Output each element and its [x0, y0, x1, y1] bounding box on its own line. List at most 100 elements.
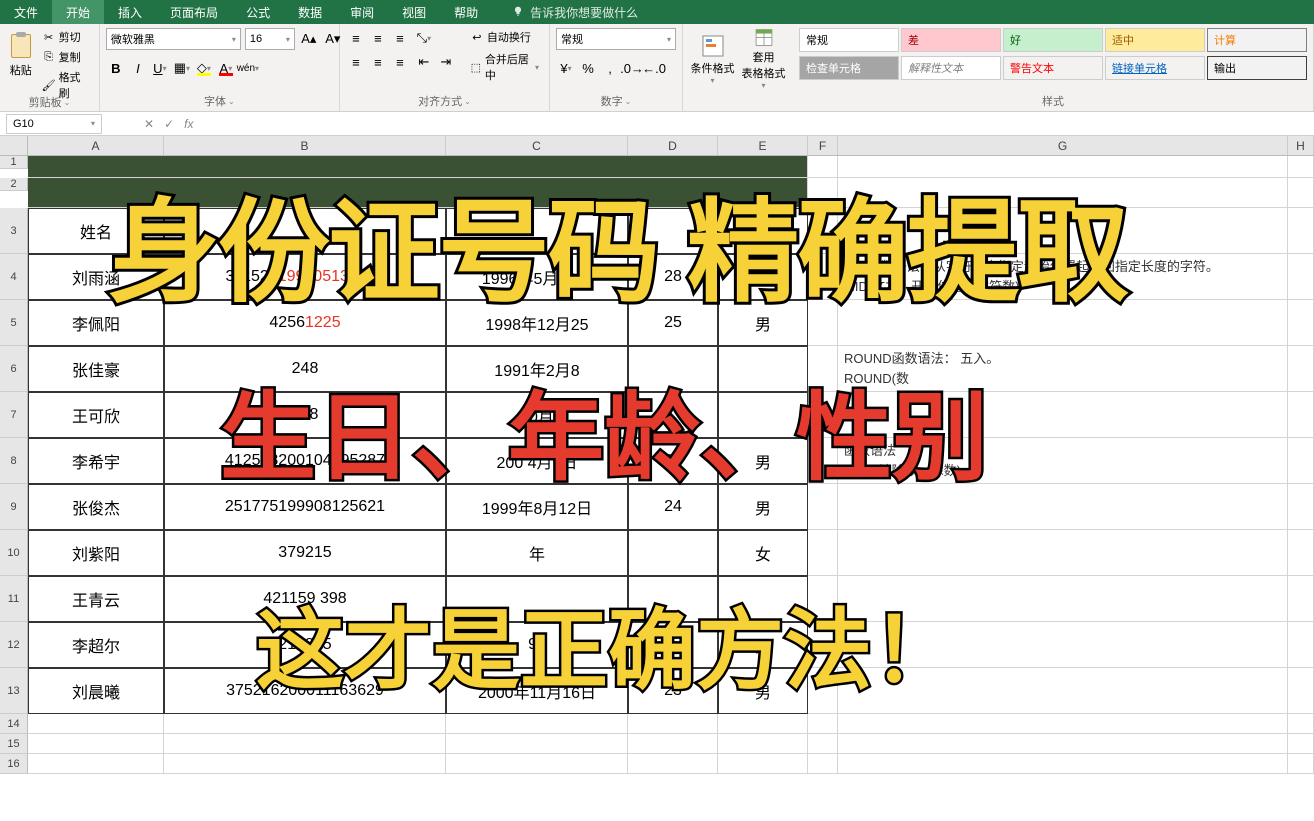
- cell[interactable]: [838, 714, 1288, 734]
- font-name-combo[interactable]: 微软雅黑▾: [106, 28, 241, 50]
- cell[interactable]: 1999年8月12日: [446, 484, 628, 530]
- col-header-H[interactable]: H: [1288, 136, 1314, 155]
- cell[interactable]: [808, 714, 838, 734]
- cell[interactable]: 1998年12月25: [446, 300, 628, 346]
- cell[interactable]: [838, 754, 1288, 774]
- cell[interactable]: [1288, 576, 1314, 622]
- row-header[interactable]: 12: [0, 622, 28, 668]
- align-bottom-button[interactable]: ≡: [390, 28, 410, 48]
- cell[interactable]: [28, 178, 808, 208]
- font-size-combo[interactable]: 16▾: [245, 28, 295, 50]
- row-header[interactable]: 14: [0, 714, 28, 734]
- menu-file[interactable]: 文件: [0, 0, 52, 24]
- align-center-button[interactable]: ≡: [368, 52, 388, 72]
- cell[interactable]: 311524199605134546: [164, 254, 446, 300]
- font-color-button[interactable]: A▾: [216, 58, 236, 78]
- copy-button[interactable]: ⎘复制: [40, 48, 93, 66]
- style-bad[interactable]: 差: [901, 28, 1001, 52]
- cell[interactable]: [838, 392, 1288, 438]
- cell[interactable]: [446, 208, 628, 254]
- col-header-A[interactable]: A: [28, 136, 164, 155]
- style-warn[interactable]: 警告文本: [1003, 56, 1103, 80]
- cell[interactable]: [808, 576, 838, 622]
- style-good[interactable]: 好: [1003, 28, 1103, 52]
- cell[interactable]: [718, 754, 808, 774]
- cell[interactable]: [628, 576, 718, 622]
- style-neutral[interactable]: 适中: [1105, 28, 1205, 52]
- cell[interactable]: [1288, 714, 1314, 734]
- orientation-button[interactable]: ⤡▾: [414, 28, 434, 48]
- cell[interactable]: [838, 622, 1288, 668]
- cell[interactable]: 10月: [446, 392, 628, 438]
- cell[interactable]: [808, 668, 838, 714]
- cell[interactable]: 张俊杰: [28, 484, 164, 530]
- cell[interactable]: [808, 300, 838, 346]
- cell[interactable]: [164, 208, 446, 254]
- tell-me-search[interactable]: 告诉我你想要做什么: [512, 4, 638, 21]
- menu-layout[interactable]: 页面布局: [156, 0, 232, 24]
- select-all-corner[interactable]: [0, 136, 28, 155]
- cell[interactable]: [164, 754, 446, 774]
- cell[interactable]: [808, 178, 838, 208]
- row-header[interactable]: 8: [0, 438, 28, 484]
- cell[interactable]: [446, 754, 628, 774]
- cell[interactable]: [1288, 392, 1314, 438]
- indent-decrease-button[interactable]: ⇤: [414, 52, 434, 72]
- cell[interactable]: 218845: [164, 622, 446, 668]
- cell[interactable]: 男: [718, 300, 808, 346]
- cell[interactable]: [718, 734, 808, 754]
- comma-button[interactable]: ,: [600, 58, 620, 78]
- style-calc[interactable]: 计算: [1207, 28, 1307, 52]
- cell[interactable]: 男: [718, 622, 808, 668]
- cell[interactable]: [808, 392, 838, 438]
- cell[interactable]: 王青云: [28, 576, 164, 622]
- cell[interactable]: [1288, 668, 1314, 714]
- cell[interactable]: [1288, 754, 1314, 774]
- cell[interactable]: [1288, 346, 1314, 392]
- percent-button[interactable]: %: [578, 58, 598, 78]
- row-header[interactable]: 3: [0, 208, 28, 254]
- indent-increase-button[interactable]: ⇥: [436, 52, 456, 72]
- cell[interactable]: 25: [628, 300, 718, 346]
- menu-view[interactable]: 视图: [388, 0, 440, 24]
- formula-input[interactable]: [205, 114, 1314, 134]
- cell[interactable]: 28: [628, 254, 718, 300]
- col-header-G[interactable]: G: [838, 136, 1288, 155]
- cell[interactable]: [164, 734, 446, 754]
- accept-formula-button[interactable]: ✓: [164, 117, 174, 131]
- cell[interactable]: 1991年2月8: [446, 346, 628, 392]
- cell[interactable]: 姓名: [28, 208, 164, 254]
- cell[interactable]: [808, 754, 838, 774]
- cell[interactable]: [838, 484, 1288, 530]
- col-header-B[interactable]: B: [164, 136, 446, 155]
- row-header[interactable]: 15: [0, 734, 28, 754]
- cell[interactable]: [808, 208, 838, 254]
- row-header[interactable]: 1: [0, 156, 28, 169]
- grow-font-button[interactable]: A▴: [299, 29, 319, 49]
- cell[interactable]: 24: [628, 484, 718, 530]
- cell[interactable]: 刘雨涵: [28, 254, 164, 300]
- name-box[interactable]: G10▾: [6, 114, 102, 134]
- cell[interactable]: [628, 734, 718, 754]
- style-check[interactable]: 检查单元格: [799, 56, 899, 80]
- cell[interactable]: [628, 622, 718, 668]
- cell[interactable]: 2000年11月16日: [446, 668, 628, 714]
- fx-button[interactable]: fx: [184, 117, 193, 131]
- row-header[interactable]: 9: [0, 484, 28, 530]
- cell[interactable]: 刘晨曦: [28, 668, 164, 714]
- number-format-combo[interactable]: 常规▾: [556, 28, 676, 50]
- cell[interactable]: [808, 734, 838, 754]
- border-button[interactable]: ▦▾: [172, 58, 192, 78]
- cell[interactable]: [838, 668, 1288, 714]
- style-normal[interactable]: 常规: [799, 28, 899, 52]
- cell[interactable]: [838, 156, 1288, 178]
- row-header[interactable]: 2: [0, 178, 28, 191]
- cell[interactable]: [808, 530, 838, 576]
- row-header[interactable]: 16: [0, 754, 28, 774]
- increase-decimal-button[interactable]: .0→: [622, 58, 642, 78]
- align-right-button[interactable]: ≡: [390, 52, 410, 72]
- cell[interactable]: 年: [446, 530, 628, 576]
- cell[interactable]: [808, 438, 838, 484]
- cell[interactable]: [446, 734, 628, 754]
- cell[interactable]: [718, 576, 808, 622]
